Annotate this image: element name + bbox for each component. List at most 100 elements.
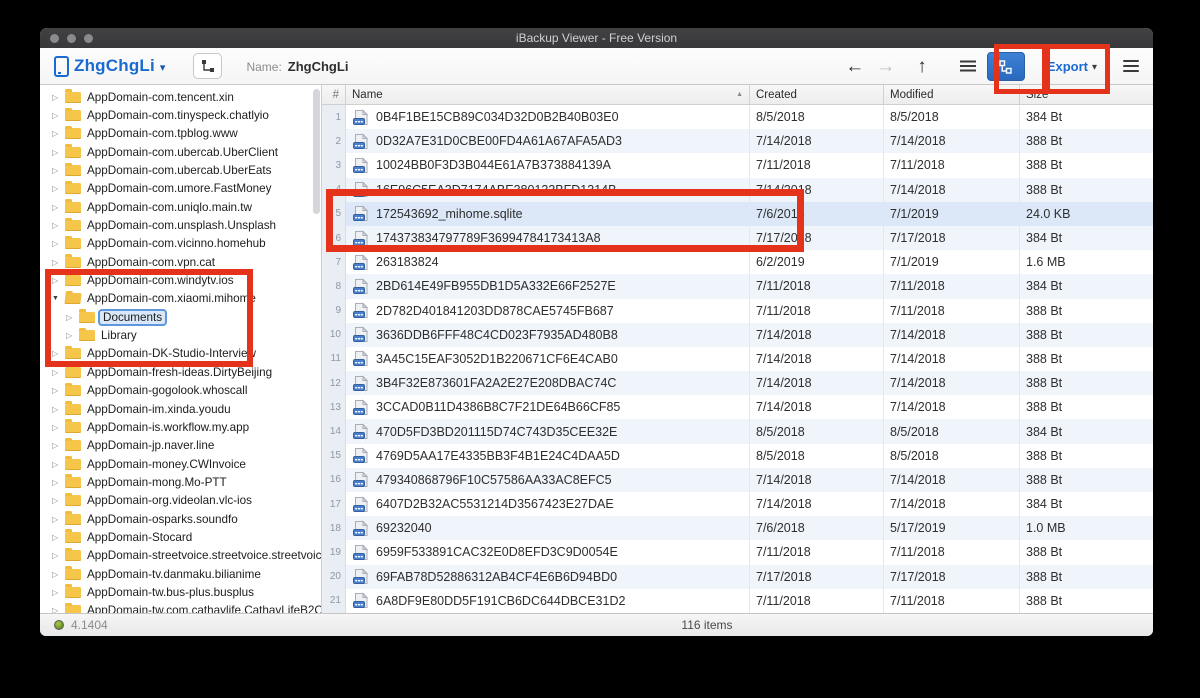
sidebar-item-appdomain-com-vicinno-homehub[interactable]: ▷ AppDomain-com.vicinno.homehub — [40, 235, 321, 253]
list-view-button[interactable] — [959, 59, 977, 73]
sidebar-item-appdomain-streetvoice-streetvoice-streetvoice[interactable]: ▷ AppDomain-streetvoice.streetvoice.stre… — [40, 547, 321, 565]
sidebar-item-appdomain-com-vpn-cat[interactable]: ▷ AppDomain-com.vpn.cat — [40, 253, 321, 271]
sidebar-item-appdomain-im-xinda-youdu[interactable]: ▷ AppDomain-im.xinda.youdu — [40, 400, 321, 418]
sidebar-item-appdomain-tv-danmaku-bilianime[interactable]: ▷ AppDomain-tv.danmaku.bilianime — [40, 565, 321, 583]
disclosure-icon[interactable]: ▷ — [52, 533, 65, 542]
table-row[interactable]: 14 470D5FD3BD201115D74C743D35CEE32E 8/5/… — [322, 419, 1153, 443]
table-row[interactable]: 19 6959F533891CAC32E0D8EFD3C9D0054E 7/11… — [322, 540, 1153, 564]
column-header-modified[interactable]: Modified — [884, 85, 1020, 104]
sidebar-item-library[interactable]: ▷ Library — [40, 326, 321, 344]
folder-icon — [65, 110, 81, 121]
table-row[interactable]: 7 263183824 6/2/2019 7/1/2019 1.6 MB — [322, 250, 1153, 274]
sidebar-item-appdomain-osparks-soundfo[interactable]: ▷ AppDomain-osparks.soundfo — [40, 510, 321, 528]
table-row[interactable]: 18 69232040 7/6/2018 5/17/2019 1.0 MB — [322, 516, 1153, 540]
disclosure-icon[interactable]: ▷ — [52, 478, 65, 487]
table-row[interactable]: 4 16E96C5EA3D7174ABE380133BFD1314B 7/14/… — [322, 178, 1153, 202]
sidebar-item-appdomain-stocard[interactable]: ▷ AppDomain-Stocard — [40, 528, 321, 546]
disclosure-icon[interactable]: ▷ — [52, 148, 65, 157]
modified-date: 8/5/2018 — [884, 105, 1020, 129]
disclosure-icon[interactable]: ▷ — [52, 570, 65, 579]
table-row[interactable]: 12 3B4F32E873601FA2A2E27E208DBAC74C 7/14… — [322, 371, 1153, 395]
table-row[interactable]: 1 0B4F1BE15CB89C034D32D0B2B40B03E0 8/5/2… — [322, 105, 1153, 129]
disclosure-icon[interactable]: ▷ — [52, 551, 65, 560]
disclosure-icon[interactable]: ▷ — [52, 111, 65, 120]
sidebar-item-appdomain-com-windytv-ios[interactable]: ▷ AppDomain-com.windytv.ios — [40, 271, 321, 289]
folder-icon — [65, 404, 81, 415]
sidebar-item-appdomain-dk-studio-interview[interactable]: ▷ AppDomain-DK-Studio-Interview — [40, 345, 321, 363]
disclosure-icon[interactable]: ▷ — [52, 129, 65, 138]
disclosure-icon[interactable]: ▷ — [52, 184, 65, 193]
sidebar-item-appdomain-is-workflow-my-app[interactable]: ▷ AppDomain-is.workflow.my.app — [40, 418, 321, 436]
table-row[interactable]: 6 174373834797789F36994784173413A8 7/17/… — [322, 226, 1153, 250]
table-row[interactable]: 10 3636DDB6FFF48C4CD023F7935AD480B8 7/14… — [322, 323, 1153, 347]
column-header-index[interactable]: # — [322, 85, 346, 104]
column-header-name[interactable]: Name ▲ — [346, 85, 750, 104]
table-row[interactable]: 5 172543692_mihome.sqlite 7/6/2018 7/1/2… — [322, 202, 1153, 226]
disclosure-icon[interactable]: ▷ — [52, 203, 65, 212]
disclosure-icon[interactable]: ▷ — [52, 239, 65, 248]
disclosure-icon[interactable]: ▷ — [52, 588, 65, 597]
sidebar-item-appdomain-com-tpblog-www[interactable]: ▷ AppDomain-com.tpblog.www — [40, 125, 321, 143]
sidebar-item-appdomain-money-cwinvoice[interactable]: ▷ AppDomain-money.CWInvoice — [40, 455, 321, 473]
disclosure-icon[interactable]: ▷ — [52, 386, 65, 395]
sidebar-item-appdomain-fresh-ideas-dirtybeijing[interactable]: ▷ AppDomain-fresh-ideas.DirtyBeijing — [40, 363, 321, 381]
sidebar-item-documents[interactable]: ▷ Documents — [40, 308, 321, 326]
table-row[interactable]: 21 6A8DF9E80DD5F191CB6DC644DBCE31D2 7/11… — [322, 589, 1153, 613]
disclosure-icon[interactable]: ▷ — [52, 423, 65, 432]
table-row[interactable]: 9 2D782D401841203DD878CAE5745FB687 7/11/… — [322, 299, 1153, 323]
tree-view-button[interactable] — [987, 52, 1025, 81]
up-button[interactable]: ↑ — [911, 57, 933, 76]
sidebar-item-appdomain-com-uniqlo-main-tw[interactable]: ▷ AppDomain-com.uniqlo.main.tw — [40, 198, 321, 216]
disclosure-icon[interactable]: ▷ — [52, 606, 65, 613]
sidebar-item-appdomain-jp-naver-line[interactable]: ▷ AppDomain-jp.naver.line — [40, 437, 321, 455]
table-row[interactable]: 16 479340868796F10C57586AA33AC8EFC5 7/14… — [322, 468, 1153, 492]
disclosure-icon[interactable]: ▷ — [52, 496, 65, 505]
disclosure-icon[interactable]: ▷ — [52, 93, 65, 102]
sidebar-item-appdomain-com-tinyspeck-chatlyio[interactable]: ▷ AppDomain-com.tinyspeck.chatlyio — [40, 106, 321, 124]
forward-button[interactable]: → — [870, 57, 901, 76]
sidebar-item-appdomain-com-ubercab-ubereats[interactable]: ▷ AppDomain-com.ubercab.UberEats — [40, 161, 321, 179]
sidebar-item-appdomain-com-xiaomi-mihome[interactable]: ▼ AppDomain-com.xiaomi.mihome — [40, 290, 321, 308]
sidebar-item-appdomain-com-unsplash-unsplash[interactable]: ▷ AppDomain-com.unsplash.Unsplash — [40, 216, 321, 234]
sidebar-item-appdomain-tw-bus-plus-busplus[interactable]: ▷ AppDomain-tw.bus-plus.busplus — [40, 583, 321, 601]
disclosure-icon[interactable]: ▷ — [52, 258, 65, 267]
disclosure-icon[interactable]: ▷ — [52, 441, 65, 450]
sidebar-scrollbar[interactable] — [313, 89, 320, 214]
modified-date: 7/11/2018 — [884, 153, 1020, 177]
disclosure-icon[interactable]: ▷ — [52, 349, 65, 358]
disclosure-icon[interactable]: ▷ — [66, 313, 79, 322]
table-row[interactable]: 20 69FAB78D52886312AB4CF4E6B6D94BD0 7/17… — [322, 565, 1153, 589]
table-row[interactable]: 15 4769D5AA17E4335BB3F4B1E24C4DAA5D 8/5/… — [322, 444, 1153, 468]
disclosure-icon[interactable]: ▷ — [52, 460, 65, 469]
table-row[interactable]: 11 3A45C15EAF3052D1B220671CF6E4CAB0 7/14… — [322, 347, 1153, 371]
table-row[interactable]: 2 0D32A7E31D0CBE00FD4A61A67AFA5AD3 7/14/… — [322, 129, 1153, 153]
column-header-size[interactable]: Size — [1020, 85, 1153, 104]
sidebar-item-appdomain-mong-mo-ptt[interactable]: ▷ AppDomain-mong.Mo-PTT — [40, 473, 321, 491]
file-size: 384 Bt — [1020, 279, 1153, 293]
disclosure-icon[interactable]: ▷ — [52, 368, 65, 377]
column-header-created[interactable]: Created — [750, 85, 884, 104]
hierarchy-view-button[interactable] — [193, 53, 222, 79]
menu-button[interactable] — [1123, 60, 1139, 72]
sidebar-item-appdomain-com-ubercab-uberclient[interactable]: ▷ AppDomain-com.ubercab.UberClient — [40, 143, 321, 161]
table-row[interactable]: 13 3CCAD0B11D4386B8C7F21DE64B66CF85 7/14… — [322, 395, 1153, 419]
export-button[interactable]: Export ▾ — [1047, 59, 1097, 74]
sidebar-item-label: AppDomain-org.videolan.vlc-ios — [87, 494, 252, 507]
disclosure-icon[interactable]: ▷ — [52, 515, 65, 524]
table-row[interactable]: 8 2BD614E49FB955DB1D5A332E66F2527E 7/11/… — [322, 274, 1153, 298]
table-row[interactable]: 3 10024BB0F3D3B044E61A7B373884139A 7/11/… — [322, 153, 1153, 177]
table-row[interactable]: 17 6407D2B32AC5531214D3567423E27DAE 7/14… — [322, 492, 1153, 516]
disclosure-icon[interactable]: ▷ — [66, 331, 79, 340]
device-selector[interactable]: ZhgChgLi ▾ — [54, 56, 165, 77]
sidebar-item-appdomain-com-umore-fastmoney[interactable]: ▷ AppDomain-com.umore.FastMoney — [40, 180, 321, 198]
disclosure-icon[interactable]: ▷ — [52, 405, 65, 414]
disclosure-icon[interactable]: ▷ — [52, 276, 65, 285]
disclosure-icon[interactable]: ▷ — [52, 221, 65, 230]
sidebar-item-appdomain-com-tencent-xin[interactable]: ▷ AppDomain-com.tencent.xin — [40, 88, 321, 106]
disclosure-icon[interactable]: ▼ — [52, 295, 65, 302]
sidebar-item-appdomain-org-videolan-vlc-ios[interactable]: ▷ AppDomain-org.videolan.vlc-ios — [40, 492, 321, 510]
disclosure-icon[interactable]: ▷ — [52, 166, 65, 175]
sidebar-item-appdomain-gogolook-whoscall[interactable]: ▷ AppDomain-gogolook.whoscall — [40, 382, 321, 400]
back-button[interactable]: ← — [839, 57, 870, 76]
sidebar-item-appdomain-tw-com-cathaylife-cathaylifeb2c[interactable]: ▷ AppDomain-tw.com.cathaylife.CathayLife… — [40, 602, 321, 613]
